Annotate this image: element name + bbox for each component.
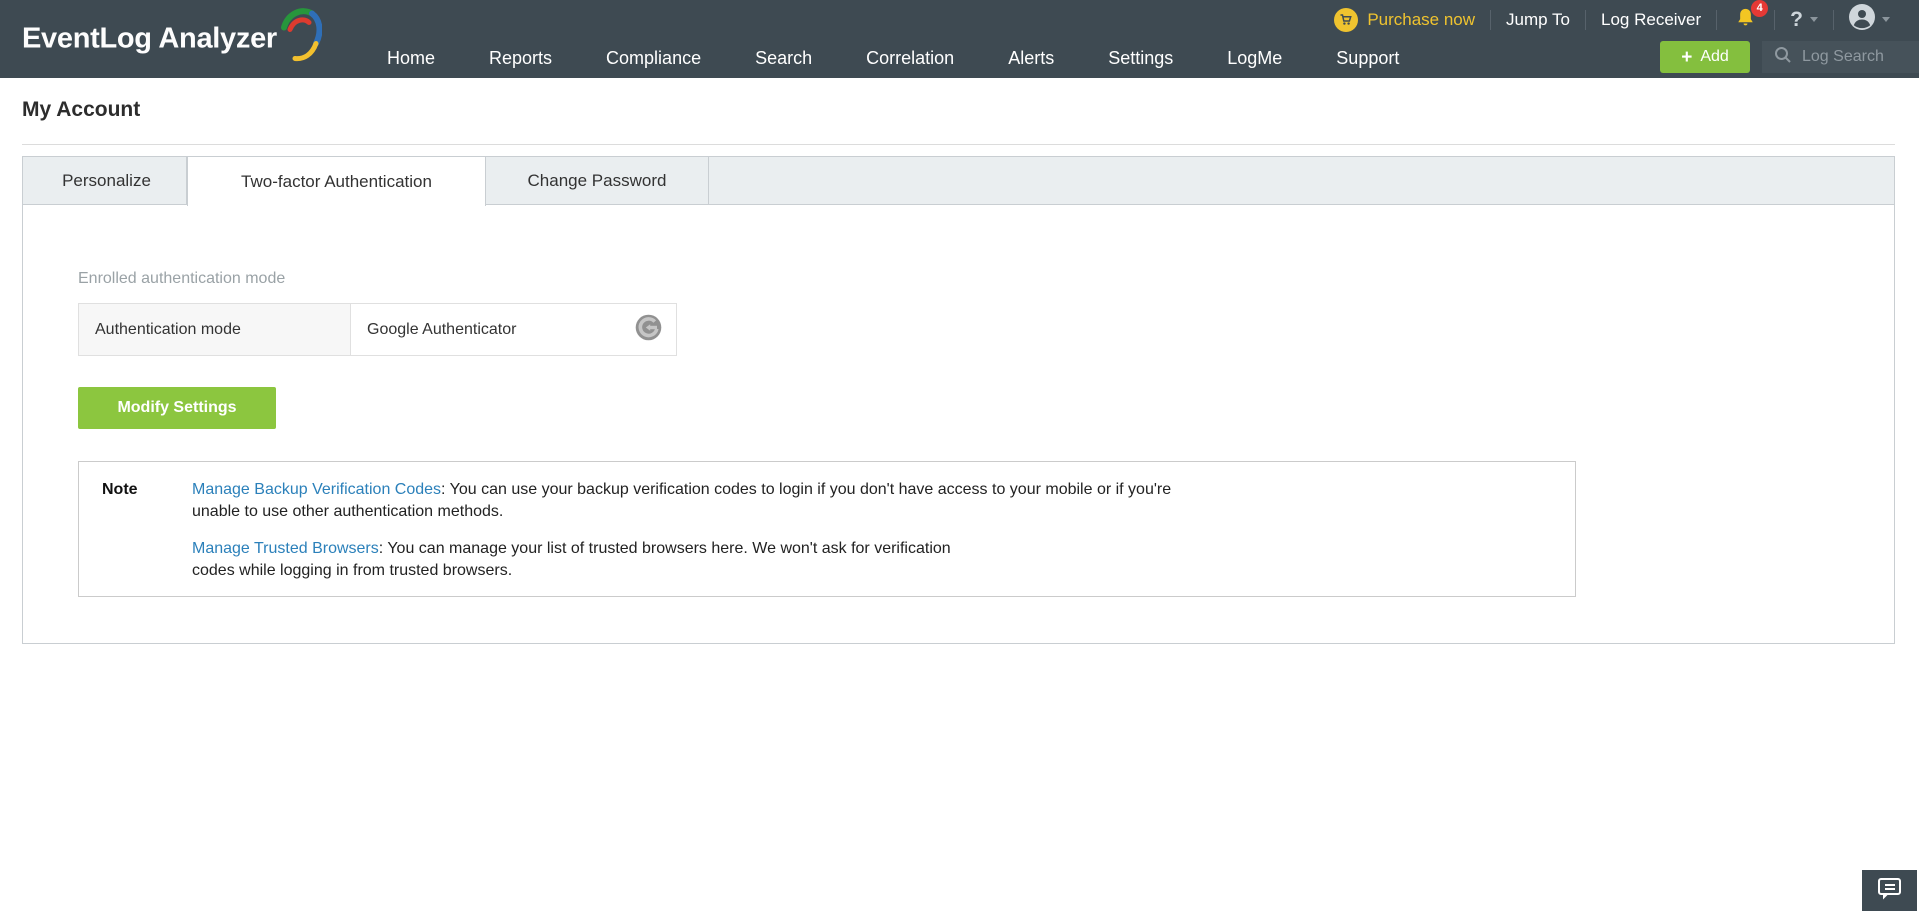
auth-mode-value-text: Google Authenticator [367,320,517,338]
auth-mode-row-value: Google Authenticator [351,304,676,355]
avatar-icon [1849,4,1875,35]
app-logo-text: EventLog Analyzer [22,22,277,55]
purchase-now-label: Purchase now [1367,9,1476,29]
nav-item-correlation[interactable]: Correlation [839,48,981,69]
search-icon [1774,46,1792,69]
nav-item-compliance[interactable]: Compliance [579,48,728,69]
app-window: EventLog Analyzer Purchase now Jump To L… [0,0,1919,911]
google-authenticator-icon [635,314,662,346]
notifications-button[interactable]: 4 [1717,0,1774,34]
purchase-now-button[interactable]: Purchase now [1319,7,1490,32]
log-receiver-label: Log Receiver [1601,9,1702,29]
my-account-panel: Personalize Two-factor Authentication Ch… [22,156,1895,644]
auth-mode-row-label: Authentication mode [79,304,351,355]
manage-trusted-browsers-link[interactable]: Manage Trusted Browsers [192,540,379,557]
tabbar: Personalize Two-factor Authentication Ch… [23,157,1894,206]
tab-two-factor-authentication[interactable]: Two-factor Authentication [187,157,486,206]
chevron-down-icon [1810,17,1818,22]
app-header: EventLog Analyzer Purchase now Jump To L… [0,0,1919,78]
jump-to-button[interactable]: Jump To [1491,10,1585,30]
add-button[interactable]: + Add [1660,41,1750,73]
nav-item-reports[interactable]: Reports [462,48,579,69]
note-line: Manage Backup Verification Codes: You ca… [192,479,1555,501]
jump-to-label: Jump To [1506,9,1570,29]
plus-icon: + [1681,46,1693,68]
modify-settings-button[interactable]: Modify Settings [78,387,276,429]
note-texts: Manage Backup Verification Codes: You ca… [192,479,1555,582]
logo-swoosh-icon [280,6,323,69]
enrolled-mode-label: Enrolled authentication mode [78,270,286,287]
note-item-backup-codes: Manage Backup Verification Codes: You ca… [192,479,1555,523]
nav-item-support[interactable]: Support [1309,48,1426,69]
nav-item-alerts[interactable]: Alerts [981,48,1081,69]
auth-mode-table: Authentication mode Google Authenticator [78,303,677,356]
cart-icon [1334,7,1359,32]
nav-item-settings[interactable]: Settings [1081,48,1200,69]
chat-icon [1876,876,1903,905]
note-label: Note [102,481,138,498]
divider [22,144,1895,145]
app-logo[interactable]: EventLog Analyzer [22,8,323,69]
main-nav: Home Reports Compliance Search Correlati… [360,39,1426,78]
log-search-label: Log Search [1802,48,1884,65]
note-text: : You can manage your list of trusted br… [378,540,951,557]
help-menu-button[interactable]: ? [1775,8,1833,32]
log-receiver-button[interactable]: Log Receiver [1586,10,1716,30]
note-box: Note Manage Backup Verification Codes: Y… [78,461,1576,597]
nav-item-logme[interactable]: LogMe [1200,48,1309,69]
page-title: My Account [22,98,141,121]
nav-item-search[interactable]: Search [728,48,839,69]
add-button-label: Add [1700,48,1729,65]
help-icon: ? [1790,7,1803,31]
chat-widget-button[interactable] [1862,870,1917,911]
topbar: Purchase now Jump To Log Receiver 4 ? [1319,0,1905,39]
chevron-down-icon [1882,17,1890,22]
note-line: Manage Trusted Browsers: You can manage … [192,538,1555,560]
two-factor-content: Enrolled authentication mode Authenticat… [23,205,1894,643]
tab-change-password[interactable]: Change Password [486,157,709,204]
log-search-button[interactable]: Log Search [1762,41,1919,73]
notification-badge: 4 [1751,0,1769,17]
tab-personalize[interactable]: Personalize [27,157,187,204]
note-text: codes while logging in from trusted brow… [192,562,513,579]
note-text: unable to use other authentication metho… [192,503,504,520]
note-text: : You can use your backup verification c… [441,481,1172,498]
note-item-trusted-browsers: Manage Trusted Browsers: You can manage … [192,538,1555,582]
user-menu-button[interactable] [1834,4,1905,35]
manage-backup-codes-link[interactable]: Manage Backup Verification Codes [192,481,441,498]
nav-item-home[interactable]: Home [360,48,462,69]
